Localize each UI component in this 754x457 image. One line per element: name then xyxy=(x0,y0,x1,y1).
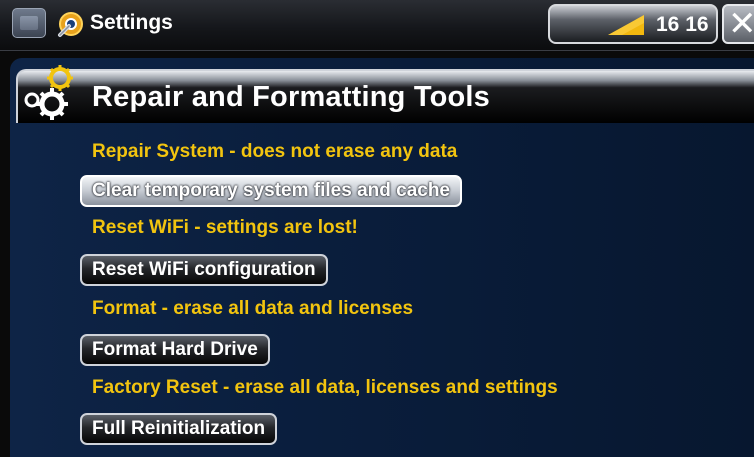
format-hard-drive-button[interactable]: Format Hard Drive xyxy=(80,334,270,366)
section-title: Repair and Formatting Tools xyxy=(92,81,490,113)
status-indicator: 16 16 xyxy=(548,4,718,44)
factory-reset-description: Factory Reset - erase all data, licenses… xyxy=(92,377,558,398)
reset-wifi-description: Reset WiFi - settings are lost! xyxy=(92,217,358,238)
format-description: Format - erase all data and licenses xyxy=(92,298,414,319)
reset-wifi-button[interactable]: Reset WiFi configuration xyxy=(80,254,328,286)
app-title: Settings xyxy=(90,11,173,34)
signal-strength-icon xyxy=(608,15,644,35)
close-icon: ✕ xyxy=(728,4,754,44)
full-reinitialization-button[interactable]: Full Reinitialization xyxy=(80,413,278,445)
close-button[interactable]: ✕ xyxy=(722,4,754,44)
settings-icon xyxy=(58,12,83,37)
gears-icon xyxy=(24,65,73,120)
home-icon[interactable] xyxy=(12,8,46,38)
clock: 16 16 xyxy=(656,13,709,36)
clear-cache-button[interactable]: Clear temporary system files and cache xyxy=(80,175,463,207)
status-bar: Settings 16 16 ✕ xyxy=(0,0,754,51)
repair-system-description: Repair System - does not erase any data xyxy=(92,141,458,162)
